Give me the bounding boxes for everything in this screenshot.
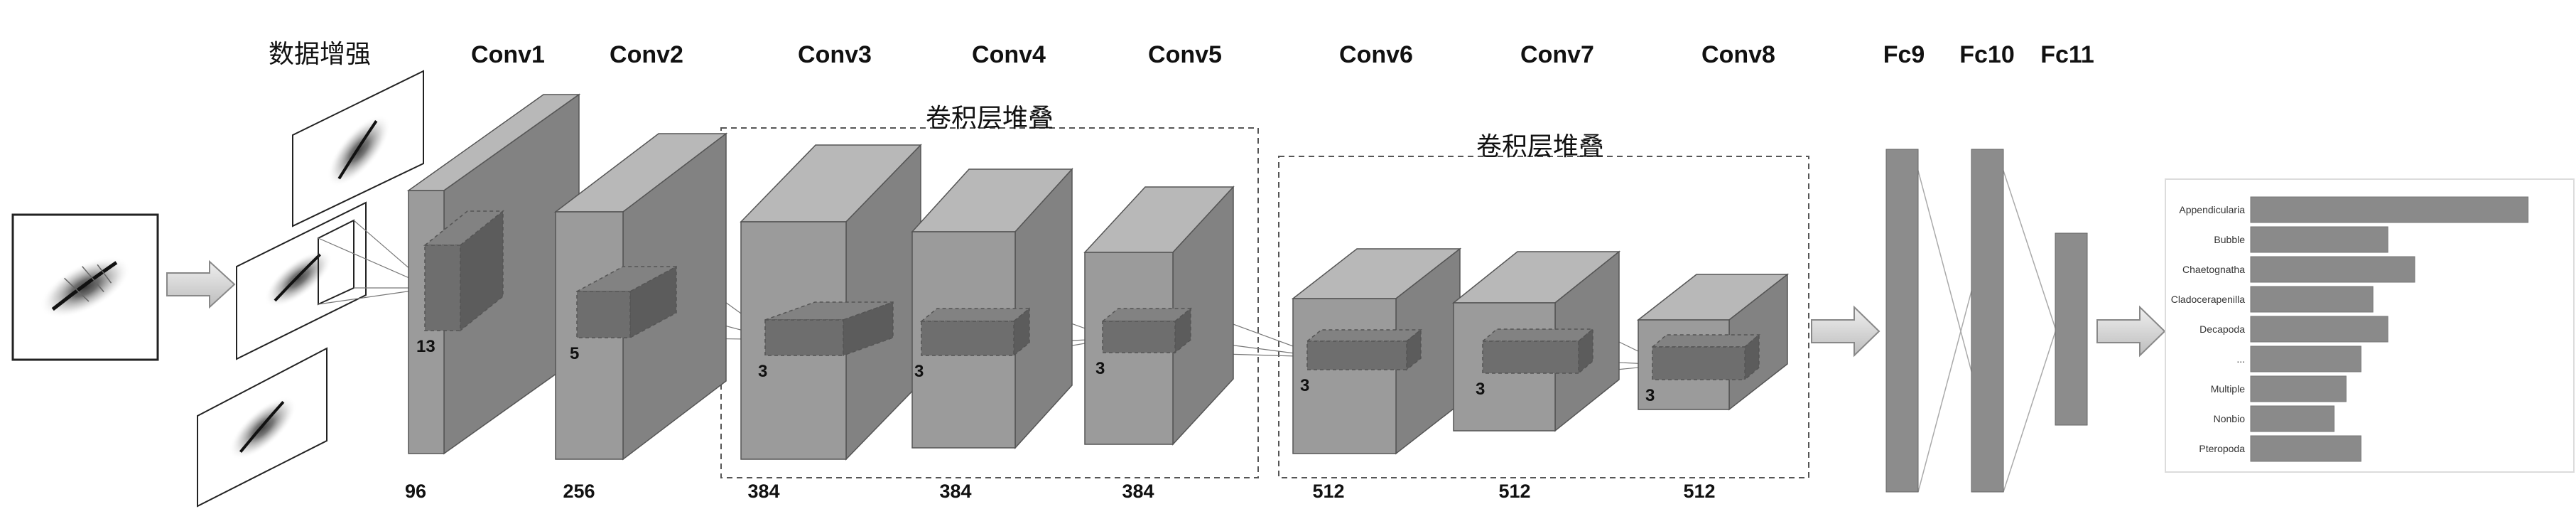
conv6-kernel — [1305, 328, 1423, 371]
conv-layer-3: Conv3 384 3 — [740, 41, 922, 502]
conv7-kernel — [1481, 328, 1595, 375]
output-bar-chart: Appendicularia Bubble Chaetognatha Cladocer… — [2165, 178, 2575, 473]
fc10-bar — [1971, 149, 2004, 493]
conv8-kernel-size: 3 — [1645, 386, 1655, 405]
conv6-label: Conv6 — [1339, 41, 1413, 68]
conv2-label: Conv2 — [610, 41, 683, 68]
conv4-kernel — [919, 307, 1032, 357]
conv1-channels: 96 — [405, 481, 426, 502]
conv3-label: Conv3 — [798, 41, 872, 68]
flow-arrow-to-output — [2096, 305, 2166, 358]
conv6-channels: 512 — [1312, 481, 1344, 502]
conv3-channels: 384 — [747, 481, 779, 502]
conv-layer-7: Conv7 512 3 — [1451, 41, 1621, 502]
conv-stack-group-1-label: 卷积层堆叠 — [926, 103, 1054, 132]
conv5-kernel — [1100, 307, 1193, 354]
conv2-channels: 256 — [563, 481, 595, 502]
flow-arrow-input — [166, 259, 236, 309]
output-bar — [2250, 316, 2388, 343]
conv1-label: Conv1 — [471, 41, 545, 68]
output-bar — [2250, 405, 2335, 432]
augmentation-label: 数据增强 — [269, 39, 371, 68]
fc11-label: Fc11 — [2040, 41, 2094, 68]
fc-layers: Fc9 Fc10 Fc11 — [1883, 41, 2094, 493]
conv7-channels: 512 — [1498, 481, 1530, 502]
fc11-bar — [2055, 232, 2088, 426]
output-category-label: Pteropoda — [2199, 443, 2245, 454]
augmented-images — [197, 70, 424, 508]
output-category-label: Appendicularia — [2179, 204, 2245, 215]
conv3-kernel-size: 3 — [758, 362, 767, 381]
conv7-kernel-size: 3 — [1476, 380, 1485, 399]
output-bar — [2250, 375, 2347, 402]
flow-arrow-to-fc — [1811, 305, 1880, 358]
output-bar — [2250, 286, 2374, 313]
cnn-architecture-diagram: 数据增强 卷积层堆叠 卷积层堆叠 Conv1 96 13 Conv2 256 5 Conv3… — [11, 39, 2575, 508]
fc9-bar — [1885, 149, 1919, 493]
conv-layer-2: Conv2 256 5 — [553, 41, 728, 502]
conv-layer-6: Conv6 512 3 — [1291, 41, 1462, 502]
conv7-label: Conv7 — [1520, 41, 1594, 68]
conv8-channels: 512 — [1683, 481, 1715, 502]
output-category-label: Multiple — [2211, 383, 2245, 395]
output-category-label: Bubble — [2214, 234, 2245, 245]
conv4-kernel-size: 3 — [914, 362, 924, 381]
input-image — [11, 213, 159, 361]
conv8-kernel — [1650, 333, 1761, 381]
output-category-label: Nonbio — [2214, 413, 2246, 424]
conv2-kernel-size: 5 — [570, 344, 579, 363]
output-category-label: Decapoda — [2199, 323, 2245, 335]
output-category-label: ... — [2236, 353, 2245, 365]
output-category-label: Chaetognatha — [2182, 264, 2245, 275]
output-bar — [2250, 435, 2361, 462]
conv-layer-5: Conv5 384 3 — [1083, 41, 1235, 502]
conv6-kernel-size: 3 — [1300, 376, 1309, 395]
conv-stack-group-2-label: 卷积层堆叠 — [1476, 132, 1604, 161]
output-category-label: Cladocerapenilla — [2171, 294, 2246, 305]
conv-layer-1: Conv1 96 13 — [405, 41, 581, 502]
conv4-label: Conv4 — [972, 41, 1046, 68]
augmented-image-middle — [236, 201, 367, 360]
conv5-channels: 384 — [1122, 481, 1154, 502]
output-bar — [2250, 226, 2388, 253]
output-bar — [2250, 345, 2361, 373]
conv1-kernel-size: 13 — [416, 337, 435, 356]
output-bar — [2250, 256, 2415, 283]
conv4-channels: 384 — [939, 481, 971, 502]
augmented-image-bottom — [197, 347, 328, 508]
output-bar — [2250, 196, 2529, 223]
conv-layer-8: Conv8 512 3 — [1636, 41, 1790, 502]
conv5-kernel-size: 3 — [1095, 359, 1105, 378]
conv5-label: Conv5 — [1148, 41, 1222, 68]
conv8-label: Conv8 — [1701, 41, 1775, 68]
augmented-image-top — [292, 70, 424, 227]
fc9-label: Fc9 — [1883, 41, 1925, 68]
fc10-label: Fc10 — [1959, 41, 2015, 68]
